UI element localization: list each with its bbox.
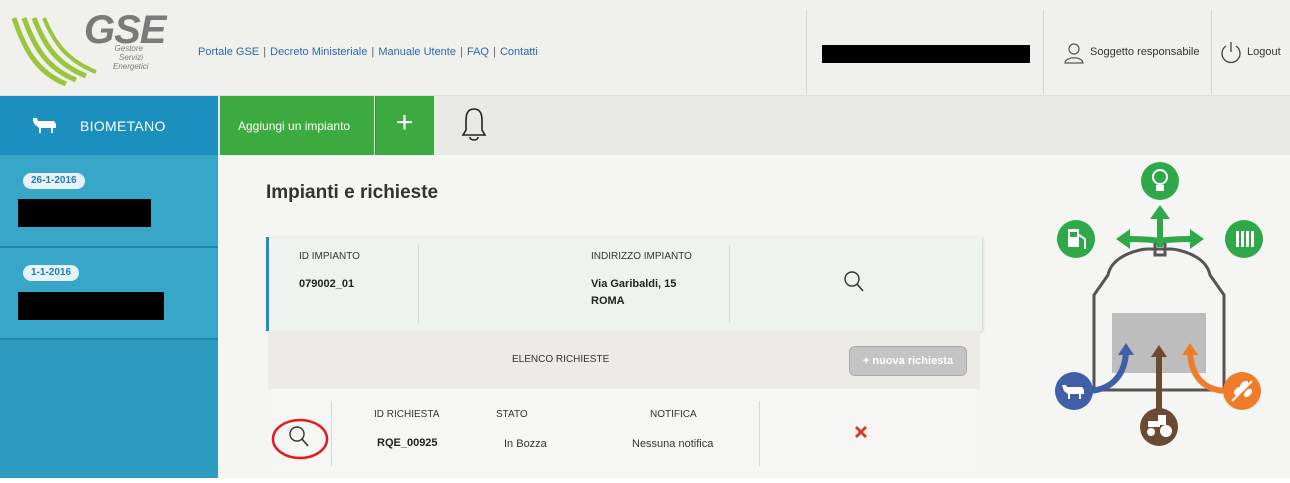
biomethane-illustration: [1028, 155, 1290, 478]
column-header-notification: NOTIFICA: [650, 409, 697, 420]
new-request-button[interactable]: + nuova richiesta: [849, 346, 967, 376]
plant-address-line2: ROMA: [591, 295, 625, 307]
link-decreto-ministeriale[interactable]: Decreto Ministeriale: [270, 46, 367, 58]
search-icon[interactable]: [271, 417, 329, 461]
row-divider: [331, 401, 332, 466]
request-status: In Bozza: [504, 438, 547, 450]
date-badge: 26-1-2016: [23, 173, 85, 189]
date-badge: 1-1-2016: [23, 265, 80, 281]
requests-list-label: ELENCO RICHIESTE: [512, 354, 610, 365]
row-divider: [759, 401, 760, 466]
link-separator: |: [263, 46, 267, 58]
top-links: Portale GSE | Decreto Ministeriale | Man…: [198, 46, 538, 58]
user-role-link[interactable]: Soggetto responsabile: [1090, 46, 1199, 58]
request-id: RQE_00925: [377, 437, 438, 449]
column-header-status: STATO: [496, 409, 528, 420]
redacted-name: [18, 199, 151, 227]
link-separator: |: [460, 46, 463, 58]
user-icon[interactable]: [1063, 42, 1085, 64]
card-divider: [729, 245, 730, 323]
page-title: Impianti e richieste: [266, 182, 439, 203]
link-contatti[interactable]: Contatti: [500, 46, 538, 58]
link-separator: |: [493, 46, 496, 58]
link-portale-gse[interactable]: Portale GSE: [198, 46, 259, 58]
wheat-icon: [1223, 372, 1261, 410]
logout-link[interactable]: Logout: [1247, 46, 1281, 58]
header-divider: [806, 10, 807, 94]
request-notification: Nessuna notifica: [632, 438, 714, 450]
sidebar-item[interactable]: 1-1-2016: [0, 248, 218, 340]
link-faq[interactable]: FAQ: [467, 46, 489, 58]
header-divider: [1211, 10, 1212, 94]
cow-icon: [1055, 372, 1093, 410]
digester-diagram: [1055, 162, 1263, 446]
card-divider: [418, 245, 419, 323]
logo-subtitle-line: Gestore: [114, 44, 143, 53]
section-label: BIOMETANO: [80, 118, 166, 134]
header-divider: [1043, 10, 1044, 94]
link-separator: |: [371, 46, 375, 58]
cow-icon: [33, 118, 56, 133]
logo-subtitle-line: Servizi: [118, 53, 143, 62]
bell-icon[interactable]: [460, 106, 488, 144]
plant-address-line1: Via Garibaldi, 15: [591, 278, 677, 290]
sidebar-item[interactable]: 26-1-2016: [0, 155, 218, 248]
plant-address-label: INDIRIZZO IMPIANTO: [591, 251, 692, 262]
redacted-user-name: [822, 45, 1030, 63]
radiator-icon: [1225, 220, 1263, 258]
delete-icon[interactable]: [853, 424, 869, 440]
logo-subtitle-line: Energetici: [113, 62, 149, 71]
plant-card: ID IMPIANTO 079002_01 INDIRIZZO IMPIANTO…: [266, 237, 982, 331]
link-manuale-utente[interactable]: Manuale Utente: [378, 46, 456, 58]
sidebar: 26-1-2016 1-1-2016: [0, 155, 218, 478]
tractor-icon: [1140, 408, 1178, 446]
plant-id-value: 079002_01: [299, 278, 355, 290]
lightbulb-icon: [1141, 162, 1179, 200]
logo-subtitle: Gestore Servizi Energetici: [113, 44, 149, 71]
redacted-name: [18, 292, 164, 320]
plant-id-label: ID IMPIANTO: [299, 251, 360, 262]
power-icon[interactable]: [1219, 40, 1243, 64]
fuel-pump-icon: [1057, 220, 1095, 258]
column-header-id: ID RICHIESTA: [374, 409, 440, 420]
search-icon[interactable]: [843, 270, 865, 294]
table-row: ID RICHIESTA RQE_00925 STATO In Bozza NO…: [268, 389, 980, 478]
add-plant-label[interactable]: Aggiungi un impianto: [238, 119, 350, 133]
plus-icon[interactable]: +: [375, 103, 434, 143]
